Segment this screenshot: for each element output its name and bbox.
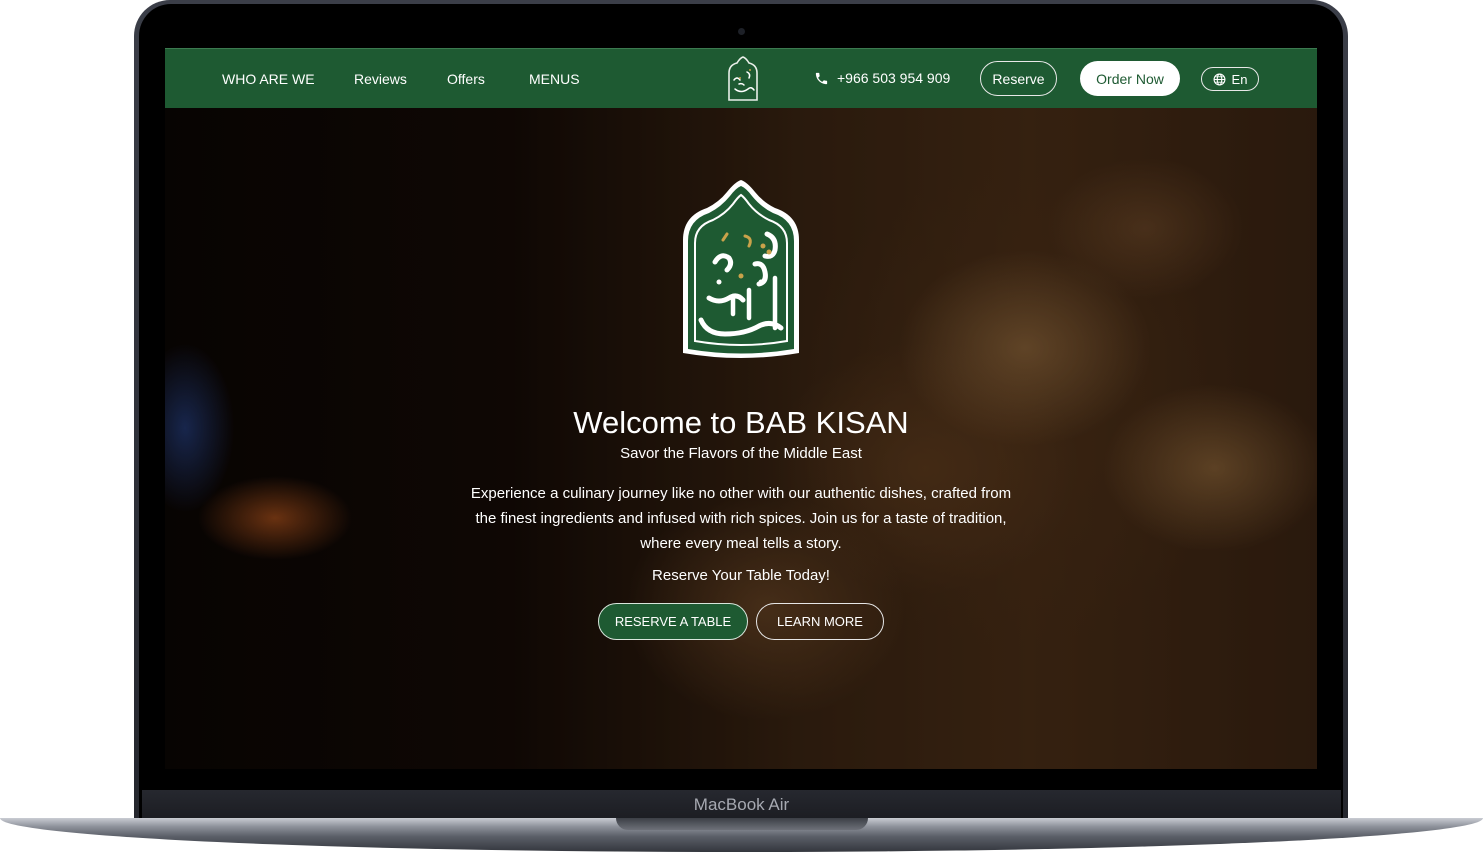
bab-kisan-logo-icon[interactable] — [725, 56, 761, 102]
hero-description: Experience a culinary journey like no ot… — [470, 485, 1012, 552]
order-now-button[interactable]: Order Now — [1080, 61, 1180, 96]
phone-contact[interactable]: +966 503 954 909 — [814, 70, 950, 86]
learn-more-button[interactable]: LEARN MORE — [756, 603, 884, 640]
device-label: MacBook Air — [693, 795, 790, 814]
hero-cta-text: Reserve Your Table Today! — [652, 567, 830, 584]
phone-number: +966 503 954 909 — [837, 70, 951, 86]
bab-kisan-emblem-icon — [683, 180, 799, 358]
reserve-a-table-button[interactable]: RESERVE A TABLE — [598, 603, 748, 640]
top-navbar: WHO ARE WE Reviews Offers MENUS +966 503… — [165, 48, 1317, 108]
hero-title: Welcome to BAB KISAN — [573, 405, 909, 440]
globe-icon — [1213, 73, 1226, 85]
nav-link-who-are-we[interactable]: WHO ARE WE — [222, 71, 315, 87]
nav-link-menus[interactable]: MENUS — [529, 71, 580, 87]
reserve-button[interactable]: Reserve — [980, 61, 1057, 96]
browser-screen: WHO ARE WE Reviews Offers MENUS +966 503… — [165, 48, 1317, 769]
nav-link-offers[interactable]: Offers — [447, 71, 485, 87]
nav-link-reviews[interactable]: Reviews — [354, 71, 407, 87]
phone-icon — [815, 72, 828, 84]
language-selector[interactable]: En — [1201, 67, 1259, 91]
language-label: En — [1231, 71, 1248, 87]
laptop-hinge-notch — [616, 818, 868, 830]
hero-subtitle: Savor the Flavors of the Middle East — [620, 445, 862, 462]
camera-dot — [738, 28, 745, 35]
